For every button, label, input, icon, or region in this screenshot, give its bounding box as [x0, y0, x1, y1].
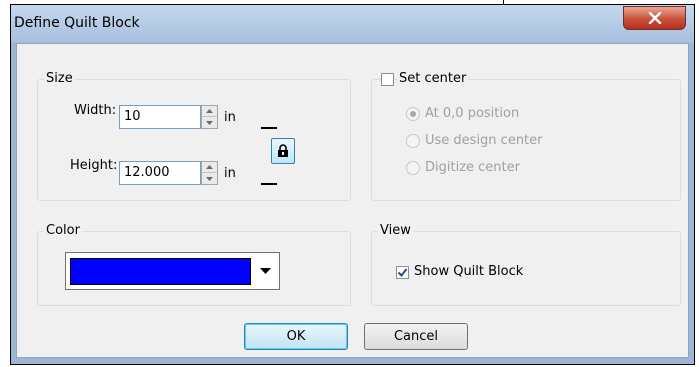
size-group-label: Size [44, 71, 75, 86]
size-group: Size Width: 10 in Height: 12.000 in [37, 71, 351, 201]
spin-up-icon [206, 165, 213, 169]
dialog-body: Size Width: 10 in Height: 12.000 in Set … [16, 43, 689, 358]
height-input[interactable]: 12.000 [119, 161, 201, 185]
height-spin-up[interactable] [202, 162, 217, 173]
width-unit: in [224, 110, 236, 125]
radio-digitize-center-label: Digitize center [425, 160, 520, 175]
link-bracket-top [261, 127, 277, 129]
close-button[interactable] [623, 6, 686, 30]
width-input[interactable]: 10 [119, 105, 201, 129]
checkmark-icon [397, 268, 408, 278]
width-spin-down[interactable] [202, 117, 217, 128]
show-quilt-block-label[interactable]: Show Quilt Block [414, 264, 523, 279]
set-center-label[interactable]: Set center [397, 71, 469, 86]
set-center-group: Set center At 0,0 position Use design ce… [371, 71, 681, 201]
height-unit: in [224, 166, 236, 181]
show-quilt-block-checkbox[interactable] [396, 266, 409, 279]
view-group-label: View [378, 223, 413, 238]
set-center-checkbox[interactable] [381, 73, 394, 86]
color-dropdown-arrow[interactable] [253, 254, 278, 288]
color-swatch [70, 258, 251, 285]
spin-down-icon [206, 176, 213, 181]
spin-down-icon [206, 120, 213, 125]
radio-digitize-center[interactable] [406, 161, 420, 175]
window-title: Define Quilt Block [14, 15, 140, 31]
radio-design-center[interactable] [406, 134, 420, 148]
cancel-button[interactable]: Cancel [364, 323, 468, 350]
width-spin-up[interactable] [202, 106, 217, 117]
ok-button[interactable]: OK [244, 323, 348, 350]
dropdown-arrow-icon [260, 268, 271, 274]
color-group: Color [37, 223, 351, 306]
width-spinner[interactable] [201, 105, 218, 129]
lock-icon [278, 144, 288, 157]
close-icon [648, 12, 661, 24]
height-spinner[interactable] [201, 161, 218, 185]
radio-at-origin[interactable] [406, 107, 420, 121]
radio-design-center-label: Use design center [425, 133, 543, 148]
height-spin-down[interactable] [202, 173, 217, 184]
color-dropdown[interactable] [65, 252, 280, 290]
width-label: Width: [74, 103, 117, 118]
link-bracket-bottom [261, 183, 277, 185]
height-label: Height: [70, 158, 118, 173]
radio-at-origin-label: At 0,0 position [425, 106, 520, 121]
define-quilt-block-dialog: Define Quilt Block Size Width: 10 in Hei… [10, 4, 695, 365]
spin-up-icon [206, 109, 213, 113]
title-bar[interactable]: Define Quilt Block [11, 5, 694, 43]
color-group-label: Color [44, 223, 82, 238]
aspect-lock-button[interactable] [271, 138, 295, 164]
view-group: View Show Quilt Block [371, 223, 681, 306]
